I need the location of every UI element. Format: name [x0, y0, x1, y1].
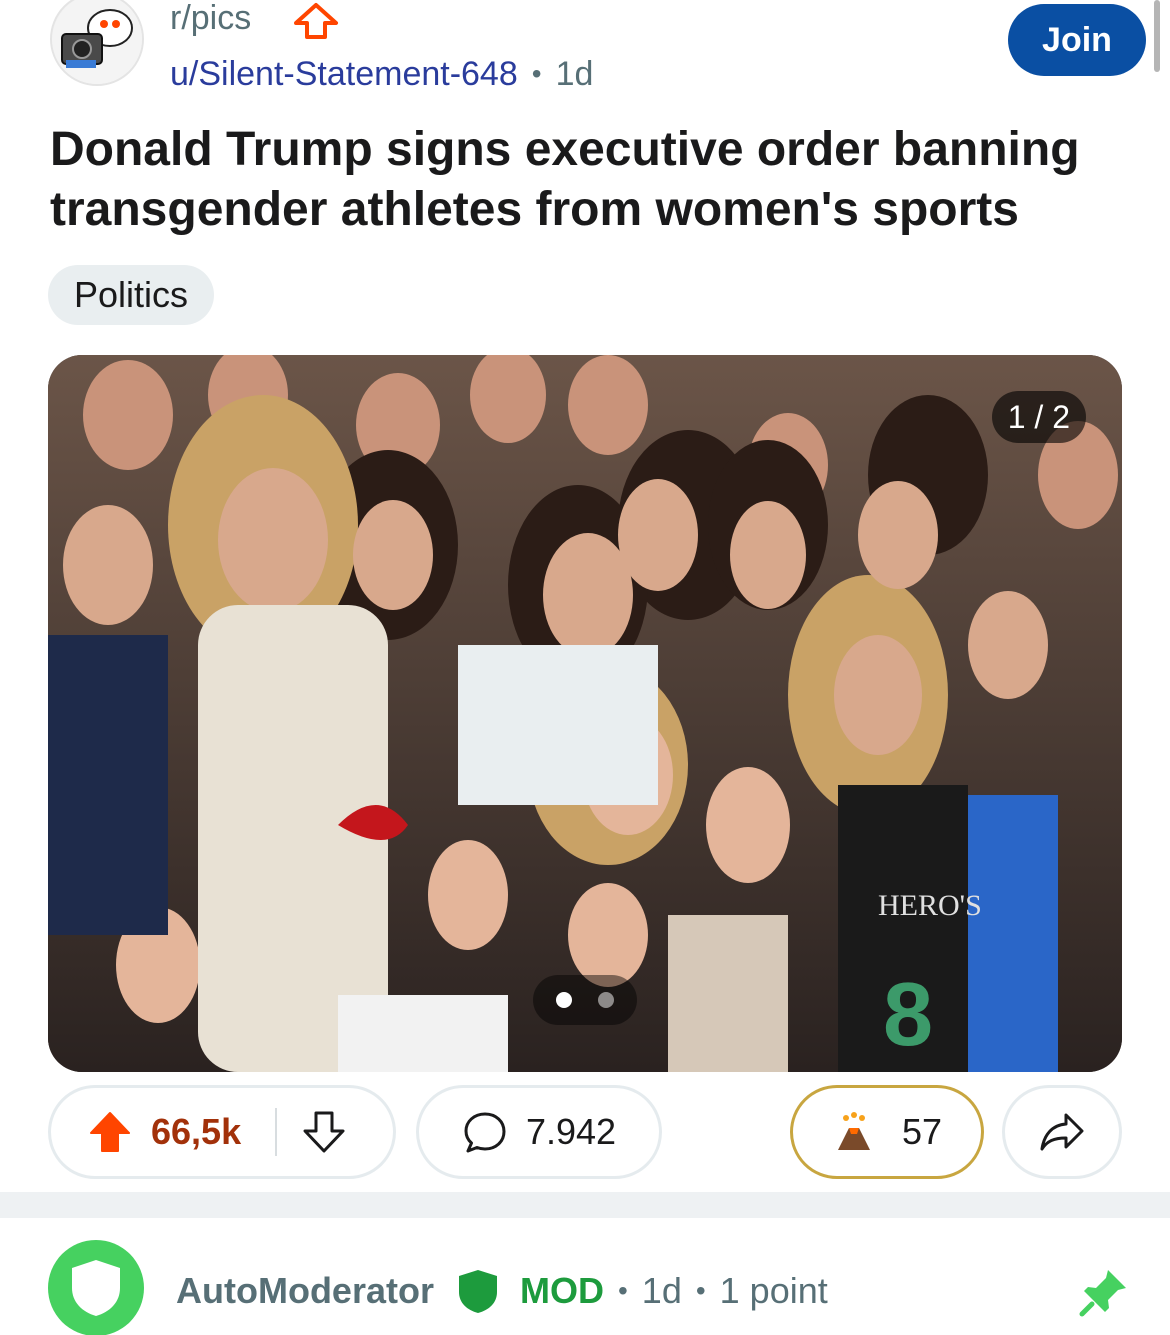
- post-header: r/pics u/Silent-Statement-648 • 1d Join: [0, 0, 1170, 110]
- vote-divider: [275, 1108, 278, 1156]
- upvote-icon[interactable]: [87, 1109, 133, 1155]
- post-flair[interactable]: Politics: [48, 265, 215, 325]
- author-line: u/Silent-Statement-648 • 1d: [170, 54, 593, 94]
- action-bar: 66,5k 7.942 57: [0, 1085, 1170, 1181]
- mod-shield-icon: [458, 1270, 497, 1313]
- post-image[interactable]: HERO'S 8 1 / 2: [48, 355, 1122, 1072]
- snoo-camera-icon: [52, 0, 142, 84]
- comment-bubble-icon: [464, 1112, 506, 1153]
- subreddit-name[interactable]: r/pics: [170, 0, 251, 36]
- media-pager[interactable]: [533, 975, 637, 1025]
- media-counter: 1 / 2: [991, 391, 1086, 443]
- join-button[interactable]: Join: [1008, 4, 1146, 76]
- jersey-number: 8: [883, 965, 933, 1065]
- upvote-outline-icon: [294, 3, 338, 39]
- pin-icon: [1079, 1270, 1126, 1317]
- post-title[interactable]: Donald Trump signs executive order banni…: [50, 120, 1140, 240]
- separator-dot: •: [617, 1275, 628, 1306]
- downvote-icon[interactable]: [301, 1109, 347, 1155]
- comment-points: 1 point: [719, 1270, 828, 1311]
- vote-control: 66,5k: [48, 1085, 396, 1179]
- shield-icon: [72, 1260, 120, 1316]
- share-button[interactable]: [1002, 1085, 1122, 1179]
- comment-author[interactable]: AutoModerator: [176, 1270, 434, 1312]
- award-count: 57: [901, 1111, 943, 1152]
- comment-meta: AutoModerator MOD • 1d • 1 point: [176, 1268, 828, 1314]
- mod-tag: MOD: [519, 1270, 604, 1311]
- automoderator-avatar[interactable]: [48, 1240, 144, 1335]
- subreddit-avatar[interactable]: [50, 0, 144, 86]
- vote-count: 66,5k: [151, 1111, 242, 1152]
- separator-dot: •: [695, 1275, 706, 1306]
- separator-dot: •: [531, 58, 542, 89]
- comments-button[interactable]: 7.942: [416, 1085, 662, 1179]
- jersey-text: HERO'S: [878, 889, 982, 922]
- award-volcano-icon: [837, 1112, 870, 1150]
- pager-dot-1[interactable]: [556, 992, 572, 1008]
- comment-header: AutoModerator MOD • 1d • 1 point: [0, 1230, 1170, 1335]
- post-age: 1d: [555, 55, 594, 93]
- comment-age: 1d: [641, 1270, 682, 1311]
- post-author[interactable]: u/Silent-Statement-648: [170, 54, 518, 94]
- award-button[interactable]: 57: [790, 1085, 984, 1179]
- comment-count: 7.942: [525, 1111, 617, 1152]
- crowd-photo: HERO'S 8: [48, 355, 1122, 1072]
- pager-dot-2[interactable]: [598, 992, 614, 1008]
- scrollbar[interactable]: [1154, 0, 1160, 72]
- share-arrow-icon: [1040, 1113, 1084, 1151]
- section-divider: [0, 1192, 1170, 1218]
